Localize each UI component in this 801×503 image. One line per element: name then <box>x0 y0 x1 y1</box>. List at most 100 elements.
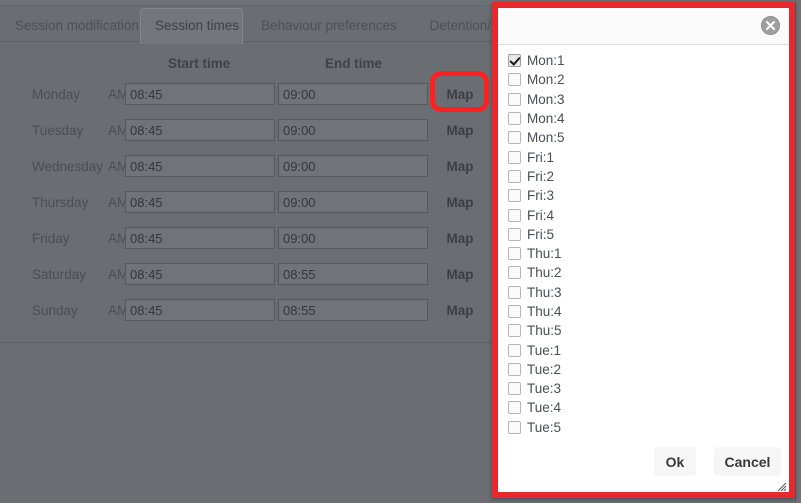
checkbox-list-item[interactable]: Fri:1 <box>508 147 789 166</box>
checkbox-label[interactable]: Mon:5 <box>527 130 565 145</box>
map-button[interactable]: Map <box>437 154 483 178</box>
checkbox-icon[interactable] <box>508 169 521 183</box>
checkbox-label[interactable]: Tue:2 <box>527 362 561 377</box>
checkbox-label[interactable]: Tue:4 <box>527 400 561 415</box>
checkbox-label[interactable]: Thu:5 <box>527 323 562 338</box>
ok-button[interactable]: Ok <box>654 447 696 476</box>
map-button[interactable]: Map <box>437 226 483 250</box>
start-time-input[interactable] <box>125 83 275 105</box>
checkbox-icon[interactable] <box>508 343 521 357</box>
checkbox-list-item[interactable]: Thu:3 <box>508 283 789 302</box>
checkbox-list-item[interactable]: Thu:4 <box>508 302 789 321</box>
column-header-end-time: End time <box>325 56 383 71</box>
map-button[interactable]: Map <box>437 118 483 142</box>
checkbox-label[interactable]: Thu:1 <box>527 246 562 261</box>
checkbox-list-item[interactable]: Thu:2 <box>508 263 789 282</box>
end-time-input[interactable] <box>278 155 428 177</box>
checkbox-label[interactable]: Tue:3 <box>527 381 561 396</box>
tab-session-times[interactable]: Session times <box>140 8 243 44</box>
close-icon[interactable] <box>761 16 780 35</box>
day-label: Wednesday <box>32 159 104 174</box>
checkbox-icon[interactable] <box>508 420 521 434</box>
checkbox-list-item[interactable]: Fri:4 <box>508 205 789 224</box>
map-button[interactable]: Map <box>437 82 483 106</box>
checkbox-list-item[interactable]: Tue:3 <box>508 379 789 398</box>
checkbox-icon[interactable] <box>508 73 521 87</box>
day-label: Thursday <box>32 195 89 210</box>
checkbox-icon[interactable] <box>508 189 521 203</box>
end-time-input[interactable] <box>278 191 428 213</box>
checkbox-list-item[interactable]: Mon:4 <box>508 109 789 128</box>
checkbox-label[interactable]: Mon:2 <box>527 72 565 87</box>
end-time-input[interactable] <box>278 119 428 141</box>
cancel-button[interactable]: Cancel <box>714 447 781 476</box>
checkbox-list-item[interactable]: Fri:3 <box>508 186 789 205</box>
tab-session-modification[interactable]: Session modification <box>0 8 140 43</box>
checkbox-label[interactable]: Thu:3 <box>527 285 562 300</box>
checkbox-icon[interactable] <box>508 247 521 261</box>
end-time-input[interactable] <box>278 83 428 105</box>
tab-behaviour-preferences[interactable]: Behaviour preferences <box>246 8 404 43</box>
checkbox-list-item[interactable]: Thu:5 <box>508 321 789 340</box>
day-label: Friday <box>32 231 70 246</box>
period-checkbox-list[interactable]: Mon:1 Mon:2 Mon:3 Mon:4 Mon:5 Fri:1 Fri:2 Fri:3… <box>498 45 789 443</box>
map-button[interactable]: Map <box>437 262 483 286</box>
checkbox-list-item[interactable]: Tue:1 <box>508 340 789 359</box>
period-picker-dialog: Mon:1 Mon:2 Mon:3 Mon:4 Mon:5 Fri:1 Fri:2 Fri:3… <box>492 2 795 498</box>
end-time-input[interactable] <box>278 299 428 321</box>
checkbox-icon[interactable] <box>508 266 521 280</box>
checkbox-label[interactable]: Fri:2 <box>527 169 554 184</box>
map-button[interactable]: Map <box>437 298 483 322</box>
checkbox-list-item[interactable]: Mon:2 <box>508 70 789 89</box>
checkbox-label[interactable]: Thu:2 <box>527 265 562 280</box>
checkbox-icon[interactable] <box>508 150 521 164</box>
checkbox-label[interactable]: Tue:1 <box>527 343 561 358</box>
start-time-input[interactable] <box>125 227 275 249</box>
checkbox-list-item[interactable]: Thu:1 <box>508 244 789 263</box>
checkbox-icon[interactable] <box>508 208 521 222</box>
start-time-input[interactable] <box>125 191 275 213</box>
checkbox-label[interactable]: Mon:3 <box>527 92 565 107</box>
checkbox-label[interactable]: Mon:4 <box>527 111 565 126</box>
checkbox-icon[interactable] <box>508 285 521 299</box>
tab-label: Behaviour preferences <box>261 18 397 33</box>
day-label: Saturday <box>32 267 87 282</box>
tab-label: Session times <box>155 18 240 33</box>
checkbox-icon[interactable] <box>508 305 521 318</box>
checkbox-list-item[interactable]: Tue:2 <box>508 360 789 379</box>
checkbox-label[interactable]: Mon:1 <box>527 53 565 68</box>
end-time-input[interactable] <box>278 227 428 249</box>
checkbox-icon[interactable] <box>508 401 521 415</box>
checkbox-list-item[interactable]: Fri:2 <box>508 167 789 186</box>
checkbox-icon[interactable] <box>508 112 521 126</box>
checkbox-label[interactable]: Fri:5 <box>527 227 554 242</box>
day-label: Sunday <box>32 303 78 318</box>
resize-grip-icon[interactable] <box>775 479 787 492</box>
checkbox-label[interactable]: Fri:3 <box>527 188 554 203</box>
map-button[interactable]: Map <box>437 190 483 214</box>
checkbox-icon[interactable] <box>508 92 521 106</box>
checkbox-list-item[interactable]: Mon:1 <box>508 51 789 70</box>
checkbox-list-item[interactable]: Tue:5 <box>508 418 789 437</box>
checkbox-label[interactable]: Thu:4 <box>527 304 562 319</box>
screen-root: Session modification Session times Behav… <box>0 0 801 503</box>
page-right-edge <box>795 0 801 503</box>
checkbox-checked-icon[interactable] <box>508 54 521 68</box>
start-time-input[interactable] <box>125 299 275 321</box>
checkbox-list-item[interactable]: Fri:5 <box>508 225 789 244</box>
checkbox-icon[interactable] <box>508 382 521 396</box>
start-time-input[interactable] <box>125 119 275 141</box>
checkbox-icon[interactable] <box>508 362 521 376</box>
checkbox-list-item[interactable]: Mon:3 <box>508 90 789 109</box>
checkbox-icon[interactable] <box>508 227 521 241</box>
end-time-input[interactable] <box>278 263 428 285</box>
start-time-input[interactable] <box>125 155 275 177</box>
checkbox-label[interactable]: Fri:1 <box>527 150 554 165</box>
checkbox-list-item[interactable]: Tue:4 <box>508 398 789 417</box>
checkbox-label[interactable]: Fri:4 <box>527 208 554 223</box>
start-time-input[interactable] <box>125 263 275 285</box>
checkbox-icon[interactable] <box>508 324 521 338</box>
checkbox-list-item[interactable]: Mon:5 <box>508 128 789 147</box>
checkbox-label[interactable]: Tue:5 <box>527 420 561 435</box>
checkbox-icon[interactable] <box>508 131 521 145</box>
